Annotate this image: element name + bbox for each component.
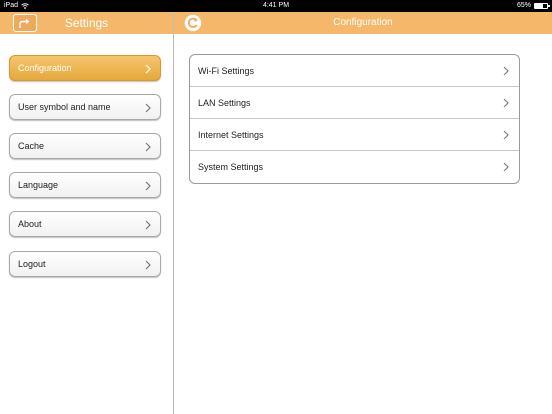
- status-right: 65%: [516, 2, 550, 9]
- sidebar-item-label: Language: [18, 180, 59, 190]
- sidebar-item-about[interactable]: About: [9, 211, 161, 237]
- battery-fill: [535, 3, 543, 8]
- sidebar-item-language[interactable]: Language: [9, 172, 161, 198]
- list-item-wifi-settings[interactable]: Wi-Fi Settings: [190, 55, 519, 87]
- sidebar-item-logout[interactable]: Logout: [9, 251, 161, 277]
- settings-title: Settings: [64, 16, 109, 30]
- status-bar: iPad 4:41 PM 65%: [0, 0, 552, 12]
- list-item-label: Internet Settings: [198, 129, 264, 140]
- chevron-right-icon: [503, 130, 509, 140]
- chevron-right-icon: [145, 142, 151, 152]
- sidebar-item-cache[interactable]: Cache: [9, 133, 161, 159]
- sidebar-item-label: Configuration: [18, 63, 72, 73]
- list-item-label: System Settings: [198, 162, 264, 172]
- chevron-right-icon: [145, 260, 151, 270]
- chevron-right-icon: [503, 66, 509, 76]
- chevron-right-icon: [145, 64, 151, 74]
- list-item-label: LAN Settings: [198, 97, 251, 108]
- sidebar-item-label: About: [18, 219, 42, 229]
- chevron-right-icon: [503, 162, 509, 172]
- list-item-label: Wi-Fi Settings: [198, 65, 255, 76]
- configuration-title: Configuration: [333, 17, 393, 28]
- sidebar-item-label: Logout: [18, 259, 46, 269]
- list-item-lan-settings[interactable]: LAN Settings: [190, 87, 519, 119]
- sidebar-item-configuration[interactable]: Configuration: [9, 55, 161, 81]
- sidebar-item-label: User symbol and name: [18, 102, 111, 112]
- chevron-right-icon: [145, 220, 151, 230]
- configuration-navbar: Configuration: [174, 12, 552, 34]
- battery-icon: [534, 2, 550, 9]
- sidebar-item-label: Cache: [18, 141, 45, 151]
- status-time: 4:41 PM: [262, 2, 290, 9]
- chevron-right-icon: [145, 103, 151, 113]
- list-item-internet-settings[interactable]: Internet Settings: [190, 119, 519, 151]
- battery-percent: 65%: [516, 2, 531, 9]
- sidebar-item-user-symbol[interactable]: User symbol and name: [9, 94, 161, 120]
- configuration-list: Wi-Fi Settings LAN Settings Internet Set…: [189, 54, 520, 184]
- settings-sidebar: Configuration User symbol and name Cache…: [0, 34, 173, 414]
- configuration-pane: Wi-Fi Settings LAN Settings Internet Set…: [174, 34, 552, 414]
- chevron-right-icon: [145, 181, 151, 191]
- list-item-system-settings[interactable]: System Settings: [190, 151, 519, 183]
- chevron-right-icon: [503, 98, 509, 108]
- settings-navbar: Settings: [0, 12, 173, 34]
